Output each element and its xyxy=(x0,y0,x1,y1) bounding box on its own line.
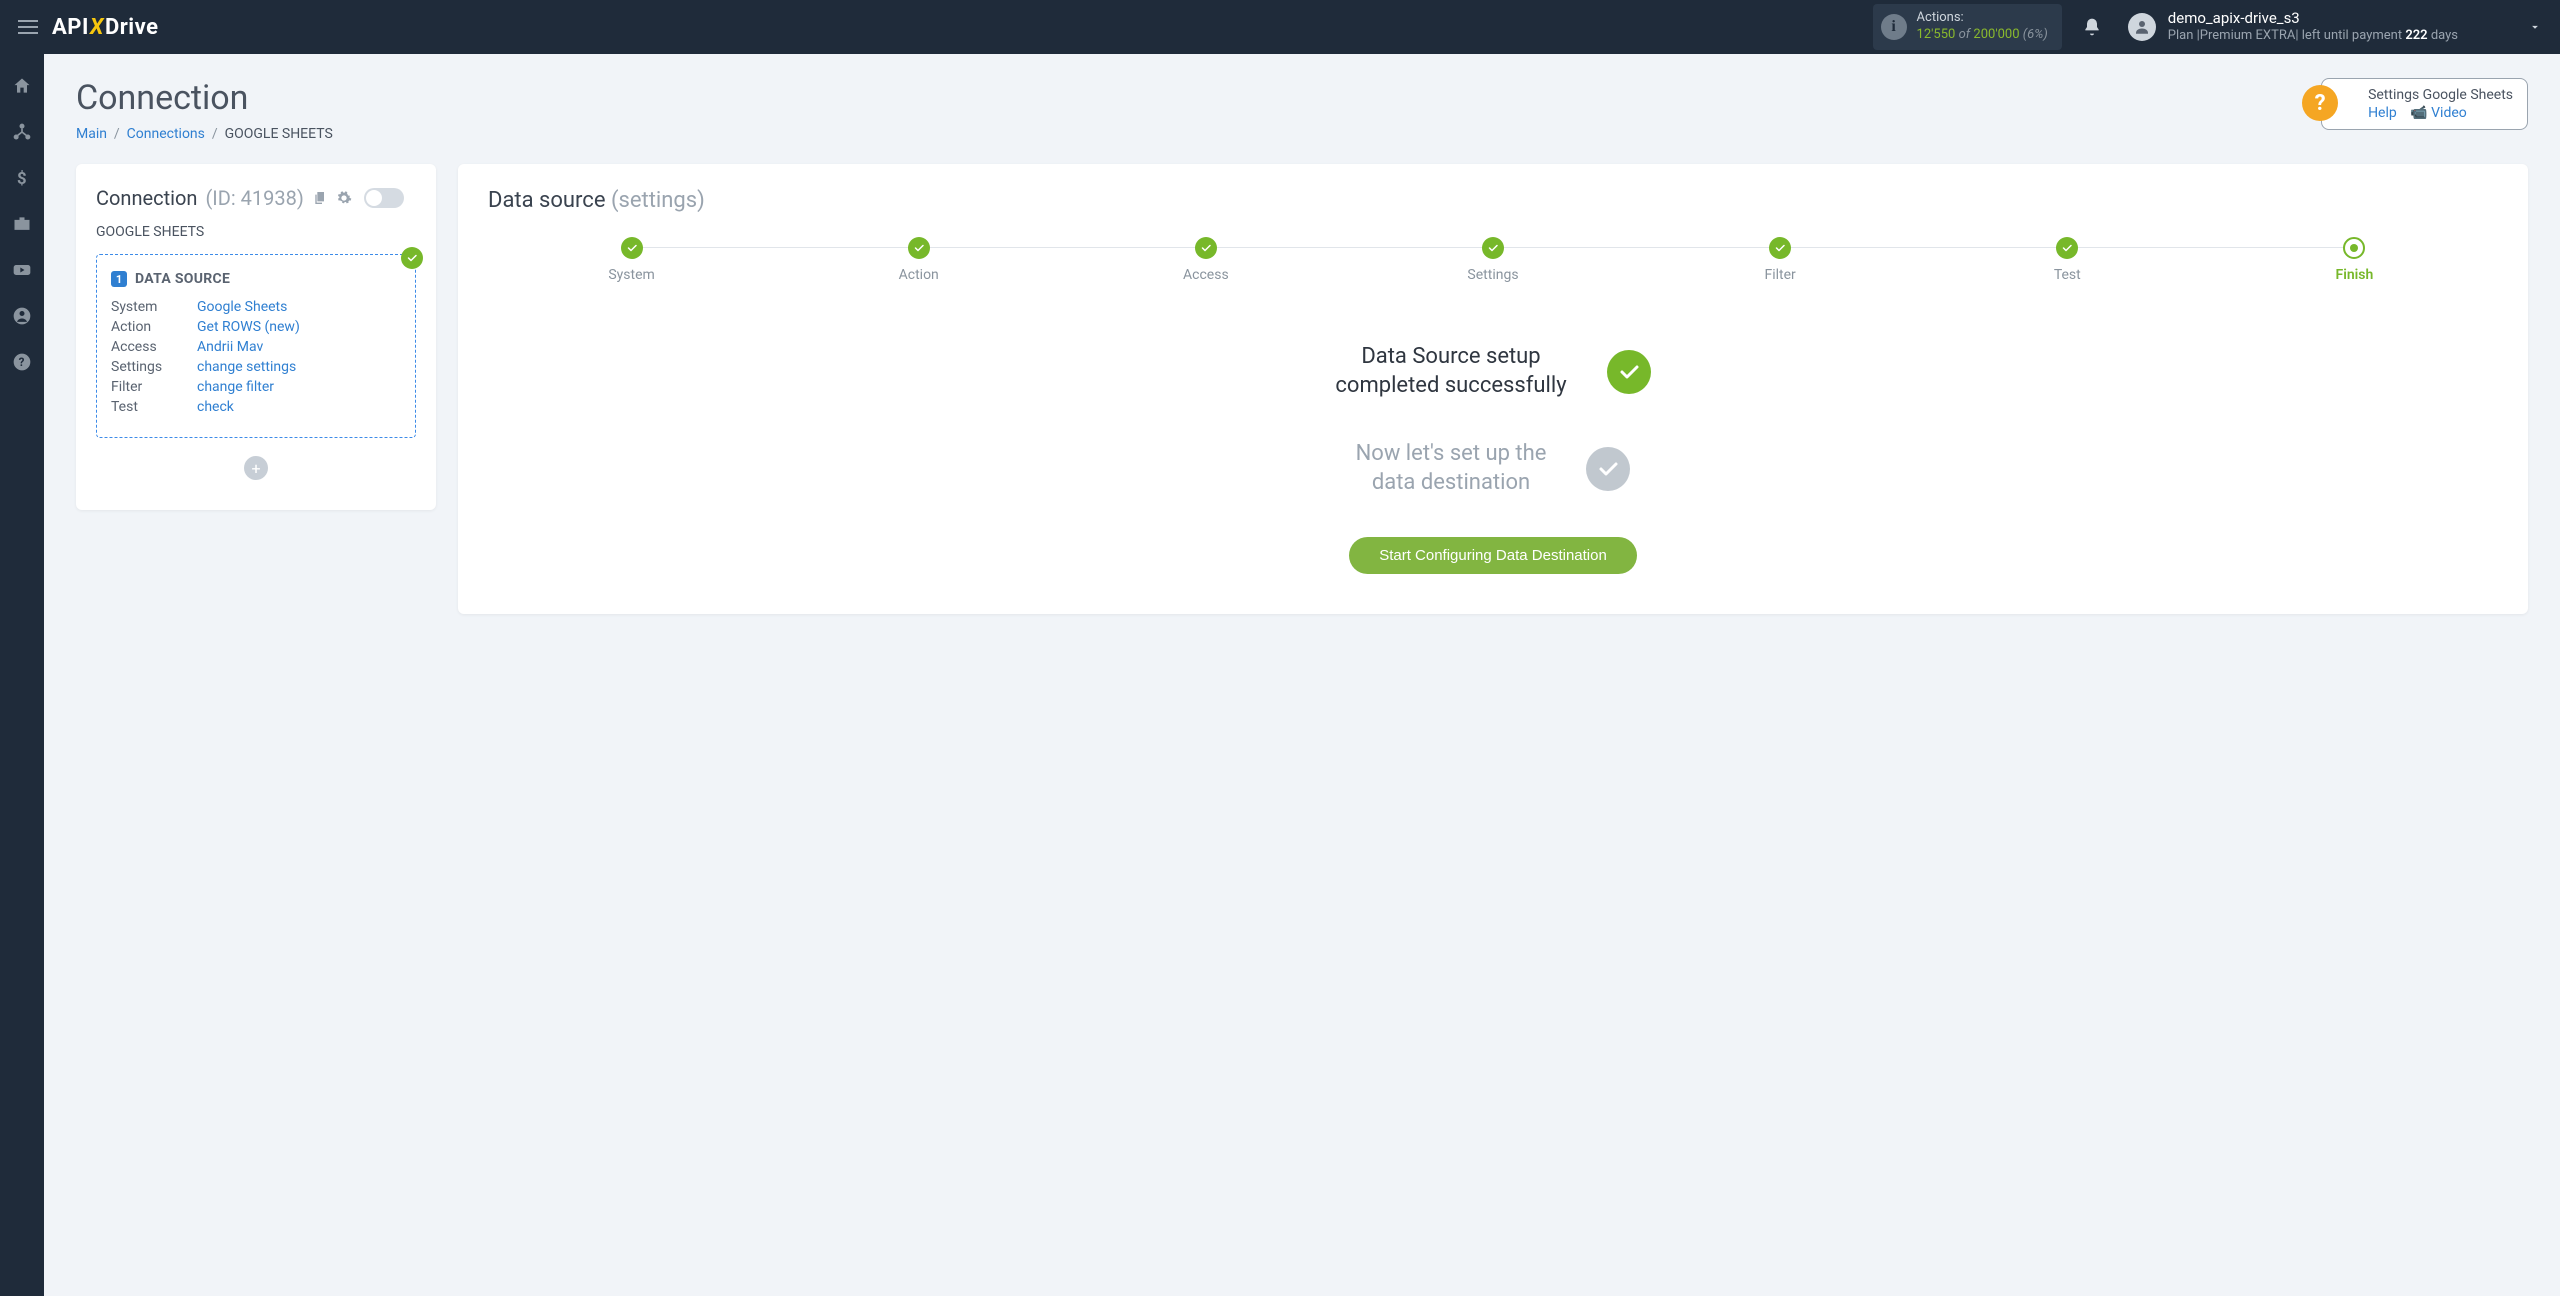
actions-label: Actions: xyxy=(1917,10,2048,27)
main-content: Connection Main / Connections / GOOGLE S… xyxy=(44,54,2560,1296)
help-icon[interactable]: ? xyxy=(10,350,34,374)
step-action[interactable]: Action xyxy=(775,237,1062,283)
success-message: Data Source setupcompleted successfully xyxy=(1335,343,1566,400)
connection-subtitle: GOOGLE SHEETS xyxy=(96,224,416,240)
logo[interactable]: APIXDrive xyxy=(52,15,159,40)
video-link[interactable]: Video xyxy=(2410,105,2467,121)
plan-info: Plan |Premium EXTRA| left until payment … xyxy=(2168,28,2458,45)
info-icon: i xyxy=(1881,14,1907,40)
sidebar: $ ? xyxy=(0,54,44,1296)
user-menu[interactable]: demo_apix-drive_s3 Plan |Premium EXTRA| … xyxy=(2128,9,2542,45)
step-filter[interactable]: Filter xyxy=(1637,237,1924,283)
question-icon[interactable]: ? xyxy=(2302,85,2338,121)
svg-text:$: $ xyxy=(17,170,27,188)
pending-check-icon xyxy=(1586,447,1630,491)
connection-id: (ID: 41938) xyxy=(205,186,303,210)
avatar-icon xyxy=(2128,13,2156,41)
add-step-button[interactable]: + xyxy=(244,456,268,480)
breadcrumb-connections[interactable]: Connections xyxy=(127,126,205,142)
step-settings[interactable]: Settings xyxy=(1349,237,1636,283)
settings-link[interactable]: change settings xyxy=(197,359,296,375)
filter-link[interactable]: change filter xyxy=(197,379,274,395)
gear-icon[interactable] xyxy=(336,190,352,206)
svg-text:?: ? xyxy=(19,355,25,369)
step-access[interactable]: Access xyxy=(1062,237,1349,283)
test-link[interactable]: check xyxy=(197,399,234,415)
access-link[interactable]: Andrii Mav xyxy=(197,339,263,355)
billing-icon[interactable]: $ xyxy=(10,166,34,190)
action-link[interactable]: Get ROWS (new) xyxy=(197,319,300,335)
check-icon xyxy=(401,247,423,269)
breadcrumb-current: GOOGLE SHEETS xyxy=(225,126,333,142)
connection-title: Connection xyxy=(96,186,197,210)
enable-toggle[interactable] xyxy=(364,188,404,208)
step-finish[interactable]: Finish xyxy=(2211,237,2498,283)
help-title: Settings Google Sheets xyxy=(2368,87,2513,103)
video-icon[interactable] xyxy=(10,258,34,282)
help-link[interactable]: Help xyxy=(2368,105,2397,121)
copy-icon[interactable] xyxy=(312,190,328,206)
data-source-box[interactable]: 1 DATA SOURCE SystemGoogle Sheets Action… xyxy=(96,254,416,438)
panel-title: Data source (settings) xyxy=(488,188,2498,213)
connections-icon[interactable] xyxy=(10,120,34,144)
profile-icon[interactable] xyxy=(10,304,34,328)
next-step-message: Now let's set up thedata destination xyxy=(1356,440,1547,497)
step-system[interactable]: System xyxy=(488,237,775,283)
breadcrumb-main[interactable]: Main xyxy=(76,126,107,142)
step-number: 1 xyxy=(111,271,127,287)
breadcrumb: Main / Connections / GOOGLE SHEETS xyxy=(76,126,333,142)
chevron-down-icon[interactable] xyxy=(2528,20,2542,34)
page-title: Connection xyxy=(76,78,333,118)
menu-icon[interactable] xyxy=(18,20,38,34)
stepper: System Action Access Settings Filter Tes… xyxy=(488,237,2498,283)
step-test[interactable]: Test xyxy=(1924,237,2211,283)
settings-panel: Data source (settings) System Action Acc… xyxy=(458,164,2528,614)
actions-counter[interactable]: i Actions: 12'550 of 200'000 (6%) xyxy=(1873,4,2062,50)
help-box: ? Settings Google Sheets Help Video xyxy=(2321,78,2528,130)
connection-panel: Connection (ID: 41938) GOOGLE SHEETS 1 D… xyxy=(76,164,436,510)
data-source-label: DATA SOURCE xyxy=(135,271,230,287)
user-name: demo_apix-drive_s3 xyxy=(2168,9,2458,29)
start-destination-button[interactable]: Start Configuring Data Destination xyxy=(1349,537,1637,574)
success-check-icon xyxy=(1607,350,1651,394)
bell-icon[interactable] xyxy=(2082,17,2102,37)
system-link[interactable]: Google Sheets xyxy=(197,299,287,315)
topbar: APIXDrive i Actions: 12'550 of 200'000 (… xyxy=(0,0,2560,54)
home-icon[interactable] xyxy=(10,74,34,98)
briefcase-icon[interactable] xyxy=(10,212,34,236)
